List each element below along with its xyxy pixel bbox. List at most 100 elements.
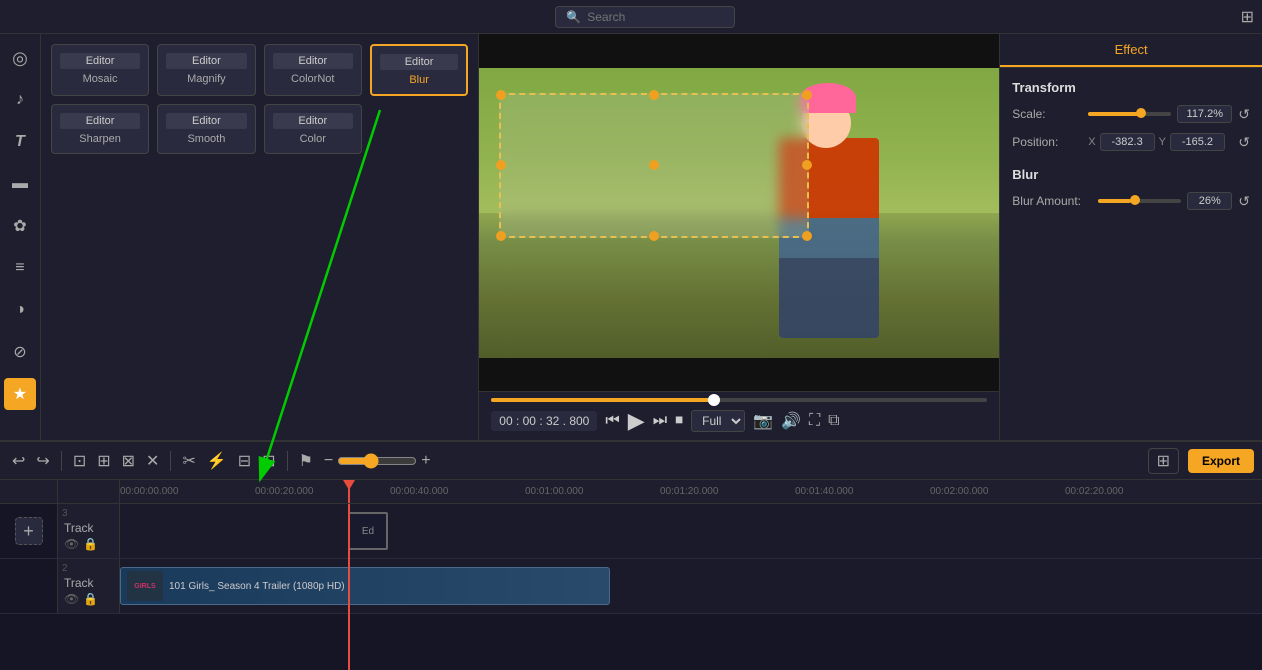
effect-item-mosaic[interactable]: Editor Mosaic (51, 44, 149, 96)
trim-start-button[interactable]: ⊟ (234, 449, 255, 473)
track-content-2[interactable]: GIRLS 101 Girls_ Season 4 Trailer (1080p… (120, 559, 1262, 613)
video-thumbnail: GIRLS (127, 571, 163, 601)
transform-title: Transform (1012, 80, 1250, 95)
effect-item-color[interactable]: Editor Color (264, 104, 362, 154)
timeline-tracks: + 3 Track 👁 🔒 Ed (0, 504, 1262, 670)
scale-slider-track[interactable] (1088, 112, 1171, 116)
split-button[interactable]: ⚡ (203, 449, 231, 473)
detach-button[interactable]: ⊡ (69, 449, 90, 473)
ruler-mark-0: 00:00:00.000 (120, 486, 178, 497)
sidebar-icon-transitions[interactable]: ▬ (4, 168, 36, 200)
sidebar-icon-filters[interactable]: ✿ (4, 210, 36, 242)
effect-name-mosaic: Mosaic (83, 73, 118, 85)
effect-name-blur: Blur (409, 74, 429, 86)
add-track-button[interactable]: + (15, 517, 43, 545)
sidebar-icon-audio[interactable]: ♪ (4, 84, 36, 116)
effect-item-blur[interactable]: Editor Blur (370, 44, 468, 96)
effect-name-smooth: Smooth (187, 133, 225, 145)
effect-editor-label: Editor (60, 113, 140, 129)
cut-button[interactable]: ✂ (178, 449, 199, 473)
effect-editor-label: Editor (273, 113, 353, 129)
ruler-mark-3: 00:01:00.000 (525, 486, 583, 497)
render-preview-button[interactable]: ⊞ (1148, 448, 1179, 474)
sidebar-icon-text[interactable]: T (4, 126, 36, 158)
step-forward-button[interactable]: ⏭ (653, 412, 667, 430)
snapshot-button[interactable]: 📷 (753, 411, 773, 431)
quality-select[interactable]: Full 1/2 1/4 (691, 410, 745, 432)
position-coords: X -382.3 Y -165.2 (1088, 133, 1232, 151)
sidebar-icon-speed[interactable]: ≡ (4, 252, 36, 284)
effects-grid: Editor Mosaic Editor Magnify Editor Colo… (51, 44, 468, 154)
trim-end-button[interactable]: ⊟ (258, 449, 279, 473)
timeline-toolbar: ↩ ↪ ⊡ ⊞ ⊠ ✕ ✂ ⚡ ⊟ ⊟ ⚑ − + ⊞ Export (0, 442, 1262, 480)
effect-item-sharpen[interactable]: Editor Sharpen (51, 104, 149, 154)
scale-reset-button[interactable]: ↺ (1238, 106, 1250, 123)
track-row-2: 2 Track 👁 🔒 GIRLS 101 Girls_ Season 4 Tr… (0, 559, 1262, 614)
undo-button[interactable]: ↩ (8, 449, 29, 473)
track-row-3: + 3 Track 👁 🔒 Ed (0, 504, 1262, 559)
scale-value: 117.2% (1177, 105, 1232, 123)
pos-x-label: X (1088, 136, 1095, 148)
position-row: Position: X -382.3 Y -165.2 ↺ (1012, 133, 1250, 151)
transform-section: Transform Scale: 117.2% ↺ Position: X (1012, 80, 1250, 151)
track-eye-icon-3[interactable]: 👁 (64, 537, 79, 551)
audio-button[interactable]: 🔊 (781, 411, 801, 431)
ruler-mark-6: 00:02:00.000 (930, 486, 988, 497)
sidebar-icon-mask[interactable]: ⊘ (4, 336, 36, 368)
pos-y-label: Y (1159, 136, 1166, 148)
blur-amount-label: Blur Amount: (1012, 194, 1092, 208)
blur-reset-button[interactable]: ↺ (1238, 193, 1250, 210)
search-icon: 🔍 (566, 10, 581, 24)
redo-button[interactable]: ↪ (32, 449, 53, 473)
export-button[interactable]: Export (1188, 449, 1254, 473)
paste-button[interactable]: ⊠ (118, 449, 139, 473)
video-clip-title: 101 Girls_ Season 4 Trailer (1080p HD) (169, 581, 345, 592)
scale-row: Scale: 117.2% ↺ (1012, 105, 1250, 123)
stop-button[interactable]: ⏹ (675, 412, 683, 430)
step-back-button[interactable]: ⏮ (605, 412, 619, 430)
effect-editor-label: Editor (380, 54, 458, 70)
effect-clip-3[interactable]: Ed (348, 512, 388, 550)
delete-button[interactable]: ✕ (142, 449, 163, 473)
pos-x-value[interactable]: -382.3 (1100, 133, 1155, 151)
copy-button[interactable]: ⊞ (93, 449, 114, 473)
track-eye-icon-2[interactable]: 👁 (64, 592, 79, 606)
marker-button[interactable]: ⚑ (295, 449, 317, 473)
search-input[interactable] (587, 10, 707, 24)
effect-editor-label: Editor (166, 113, 246, 129)
effect-item-magnify[interactable]: Editor Magnify (157, 44, 255, 96)
fullscreen-button[interactable]: ⛶ (809, 412, 820, 430)
blur-section: Blur Blur Amount: 26% ↺ (1012, 167, 1250, 210)
blur-slider-track[interactable] (1098, 199, 1181, 203)
position-reset-button[interactable]: ↺ (1238, 134, 1250, 151)
track-num-2: 2 (62, 563, 68, 574)
tab-effect[interactable]: Effect (1000, 34, 1262, 67)
track-lock-icon-2[interactable]: 🔒 (83, 592, 98, 606)
track-label-2: 2 Track 👁 🔒 (58, 559, 120, 613)
sidebar-icon-layers[interactable]: ◎ (4, 42, 36, 74)
effect-item-colornot[interactable]: Editor ColorNot (264, 44, 362, 96)
grid-icon[interactable]: ⊞ (1241, 7, 1254, 27)
track-lock-icon-3[interactable]: 🔒 (83, 537, 98, 551)
sidebar-icon-favorites[interactable]: ★ (4, 378, 36, 410)
right-panel-tabs: Effect (1000, 34, 1262, 68)
video-frame (479, 68, 999, 358)
video-clip-2[interactable]: GIRLS 101 Girls_ Season 4 Trailer (1080p… (120, 567, 610, 605)
timeline-ruler: 00:00:00.000 00:00:20.000 00:00:40.000 0… (0, 480, 1262, 504)
zoom-in-button[interactable]: + (421, 452, 430, 470)
pos-y-value[interactable]: -165.2 (1170, 133, 1225, 151)
position-label: Position: (1012, 135, 1082, 149)
track-num-3: 3 (62, 508, 68, 519)
search-box[interactable]: 🔍 (555, 6, 735, 28)
timeline-progress-bar[interactable] (491, 398, 987, 402)
sidebar-icon-color[interactable]: ◑ (4, 294, 36, 326)
ruler-mark-4: 00:01:20.000 (660, 486, 718, 497)
track-content-3[interactable]: Ed (120, 504, 1262, 558)
zoom-out-button[interactable]: − (324, 452, 333, 470)
effect-name-sharpen: Sharpen (79, 133, 121, 145)
effect-item-smooth[interactable]: Editor Smooth (157, 104, 255, 154)
pip-button[interactable]: ⧉ (828, 412, 839, 430)
zoom-slider[interactable] (337, 453, 417, 469)
play-button[interactable]: ▶ (628, 408, 645, 434)
selection-box[interactable] (499, 93, 809, 238)
